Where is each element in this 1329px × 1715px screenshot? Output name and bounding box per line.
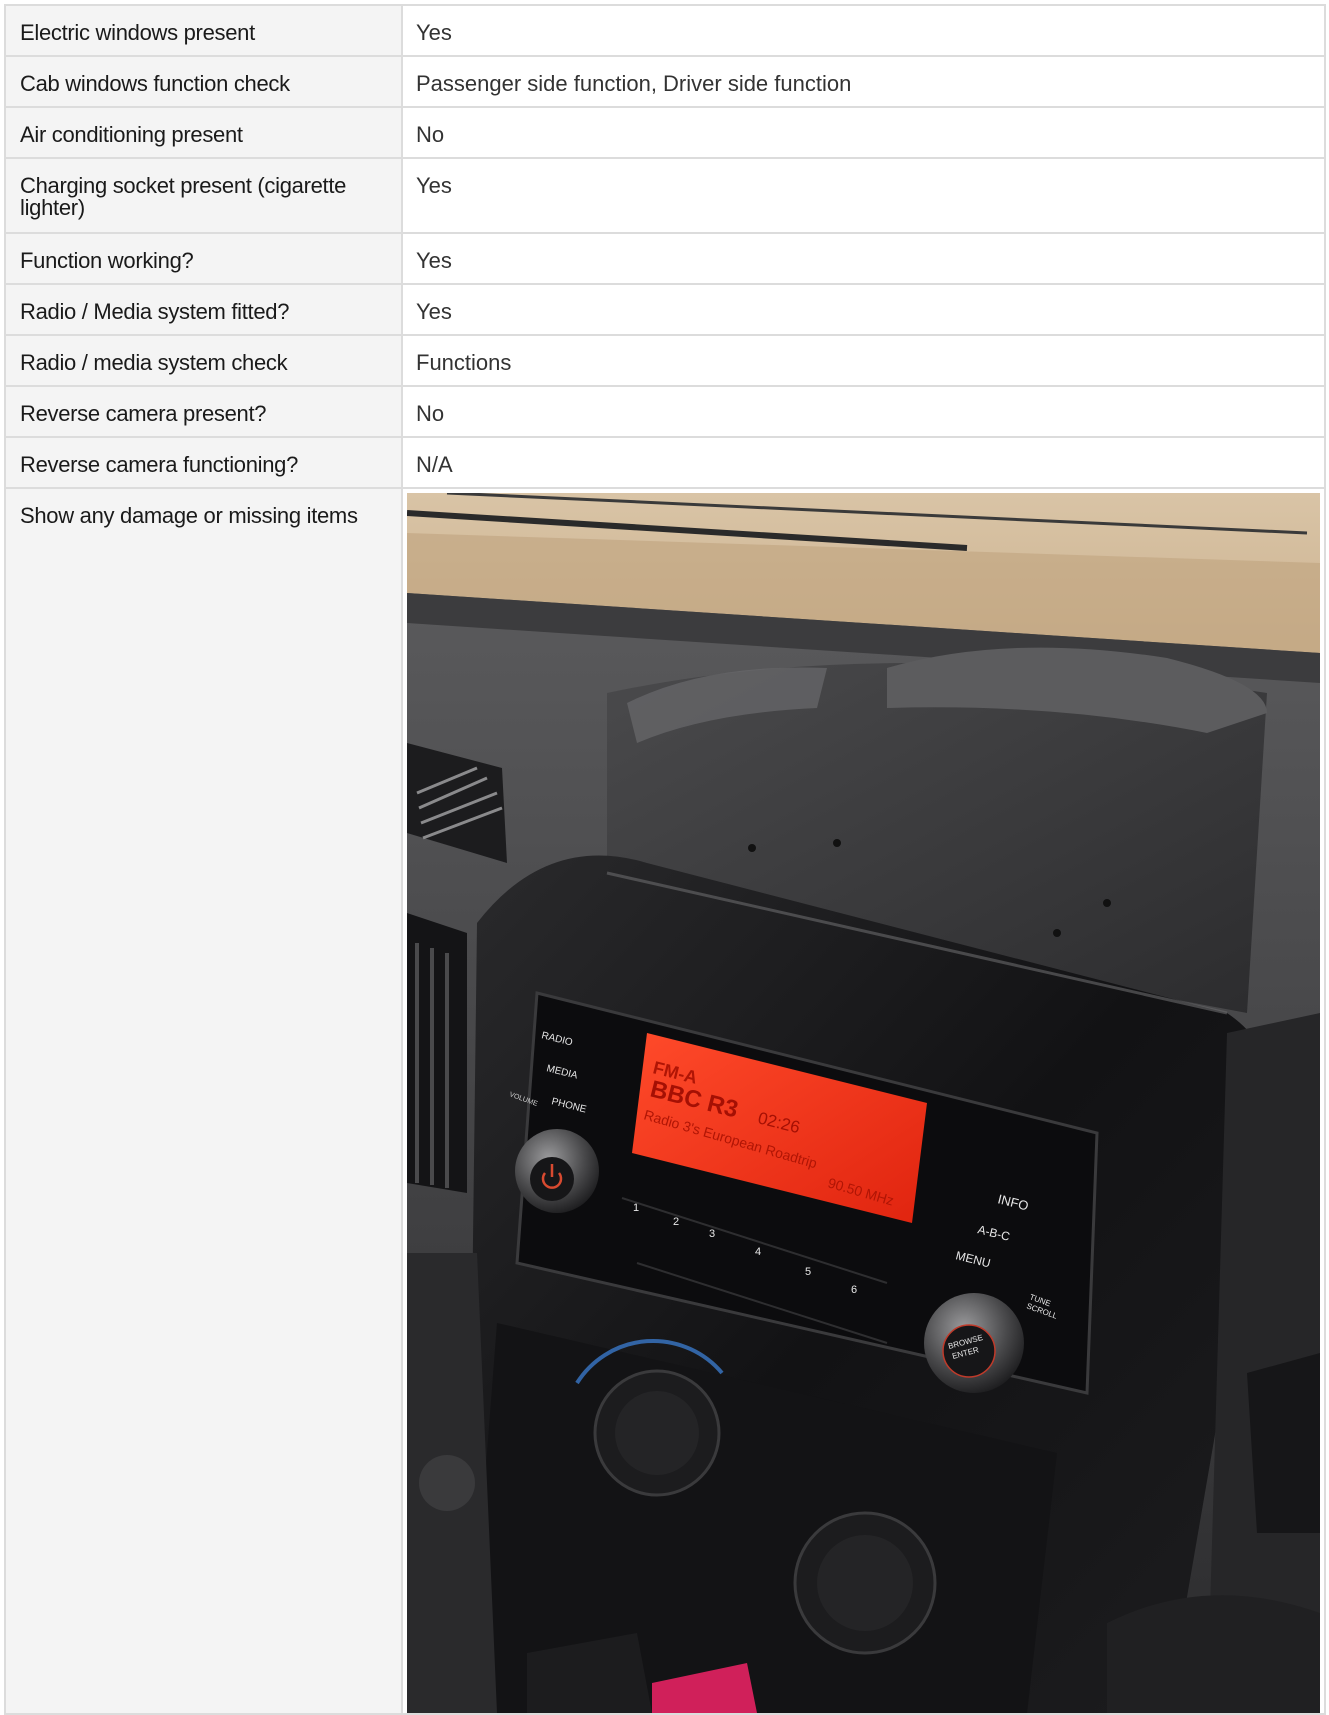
preset-2: 2 <box>673 1216 679 1228</box>
row-label: Show any damage or missing items <box>4 487 403 1715</box>
preset-6: 6 <box>851 1284 857 1296</box>
table-row: Radio / Media system fitted? Yes <box>4 283 1326 336</box>
row-label: Reverse camera present? <box>4 385 403 438</box>
row-value: Yes <box>401 232 1326 285</box>
row-label: Charging socket present (cigarette light… <box>4 157 403 234</box>
table-row: Radio / media system check Functions <box>4 334 1326 387</box>
row-label: Reverse camera functioning? <box>4 436 403 489</box>
row-value: Passenger side function, Driver side fun… <box>401 55 1326 108</box>
row-value: N/A <box>401 436 1326 489</box>
dashboard-photo[interactable]: FM-A BBC R3 02:26 Radio 3's European Roa… <box>407 493 1320 1713</box>
inspection-table: Electric windows present Yes Cab windows… <box>4 4 1326 1715</box>
dashboard-photo-drawing: FM-A BBC R3 02:26 Radio 3's European Roa… <box>407 493 1320 1713</box>
table-row: Charging socket present (cigarette light… <box>4 157 1326 234</box>
row-label: Air conditioning present <box>4 106 403 159</box>
table-row: Air conditioning present No <box>4 106 1326 159</box>
table-row: Electric windows present Yes <box>4 4 1326 57</box>
row-value: Yes <box>401 157 1326 234</box>
row-value: Functions <box>401 334 1326 387</box>
table-row: Reverse camera functioning? N/A <box>4 436 1326 489</box>
row-label: Cab windows function check <box>4 55 403 108</box>
row-value: No <box>401 385 1326 438</box>
row-label: Function working? <box>4 232 403 285</box>
row-label: Radio / media system check <box>4 334 403 387</box>
table-row: Reverse camera present? No <box>4 385 1326 438</box>
table-row: Cab windows function check Passenger sid… <box>4 55 1326 108</box>
row-value: No <box>401 106 1326 159</box>
row-label: Radio / Media system fitted? <box>4 283 403 336</box>
preset-3: 3 <box>709 1228 715 1240</box>
table-row: Function working? Yes <box>4 232 1326 285</box>
row-label: Electric windows present <box>4 4 403 57</box>
preset-5: 5 <box>805 1266 811 1278</box>
preset-4: 4 <box>755 1246 761 1258</box>
row-value: Yes <box>401 283 1326 336</box>
row-value: Yes <box>401 4 1326 57</box>
photo-table-row: Show any damage or missing items FM-A BB… <box>4 487 1326 1715</box>
photo-cell: FM-A BBC R3 02:26 Radio 3's European Roa… <box>401 487 1326 1715</box>
